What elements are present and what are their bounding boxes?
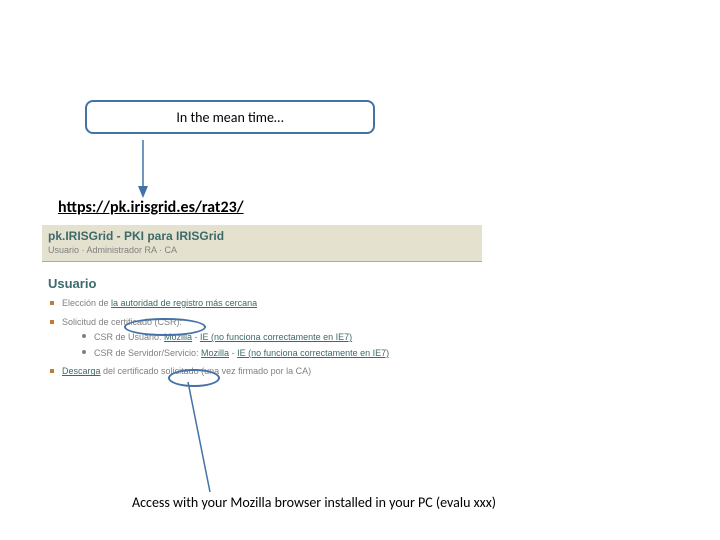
registry-link[interactable]: la autoridad de registro más cercana bbox=[111, 298, 257, 308]
callout-text: In the mean time… bbox=[176, 109, 283, 126]
csr-server-mozilla-link[interactable]: Mozilla bbox=[201, 348, 229, 358]
connector-line-icon bbox=[180, 382, 220, 497]
item-text: CSR de Servidor/Servicio: bbox=[94, 348, 201, 358]
item-text: del certificado solicitado (una vez firm… bbox=[101, 366, 312, 376]
panel-title: pk.IRISGrid - PKI para IRISGrid bbox=[48, 229, 476, 243]
list-item: Elección de la autoridad de registro más… bbox=[48, 297, 476, 310]
arrow-down-icon bbox=[135, 140, 165, 200]
download-link[interactable]: Descarga bbox=[62, 366, 101, 376]
item-text: Solicitud de certificado (CSR): bbox=[62, 317, 182, 327]
list-item: Solicitud de certificado (CSR): CSR de U… bbox=[48, 316, 476, 360]
list-item: Descarga del certificado solicitado (una… bbox=[48, 365, 476, 378]
list-item: CSR de Usuario: Mozilla - IE (no funcion… bbox=[82, 331, 476, 344]
csr-user-mozilla-link[interactable]: Mozilla bbox=[164, 332, 192, 342]
item-text: - bbox=[192, 332, 200, 342]
csr-server-ie-link[interactable]: IE (no funciona correctamente en IE7) bbox=[237, 348, 389, 358]
panel-body: Usuario Elección de la autoridad de regi… bbox=[42, 262, 482, 394]
pki-panel: pk.IRISGrid - PKI para IRISGrid Usuario … bbox=[42, 225, 482, 394]
panel-header: pk.IRISGrid - PKI para IRISGrid Usuario … bbox=[42, 225, 482, 262]
item-text: - bbox=[229, 348, 237, 358]
sub-list: CSR de Usuario: Mozilla - IE (no funcion… bbox=[62, 331, 476, 359]
section-title: Usuario bbox=[48, 276, 476, 291]
item-text: CSR de Usuario: bbox=[94, 332, 164, 342]
pki-url-link[interactable]: https://pk.irisgrid.es/rat23/ bbox=[58, 198, 244, 217]
caption-text: Access with your Mozilla browser install… bbox=[132, 494, 496, 511]
csr-user-ie-link[interactable]: IE (no funciona correctamente en IE7) bbox=[200, 332, 352, 342]
panel-subnav: Usuario · Administrador RA · CA bbox=[48, 245, 476, 255]
item-text: Elección de bbox=[62, 298, 111, 308]
option-list: Elección de la autoridad de registro más… bbox=[48, 297, 476, 378]
callout-box: In the mean time… bbox=[85, 100, 375, 134]
list-item: CSR de Servidor/Servicio: Mozilla - IE (… bbox=[82, 347, 476, 360]
